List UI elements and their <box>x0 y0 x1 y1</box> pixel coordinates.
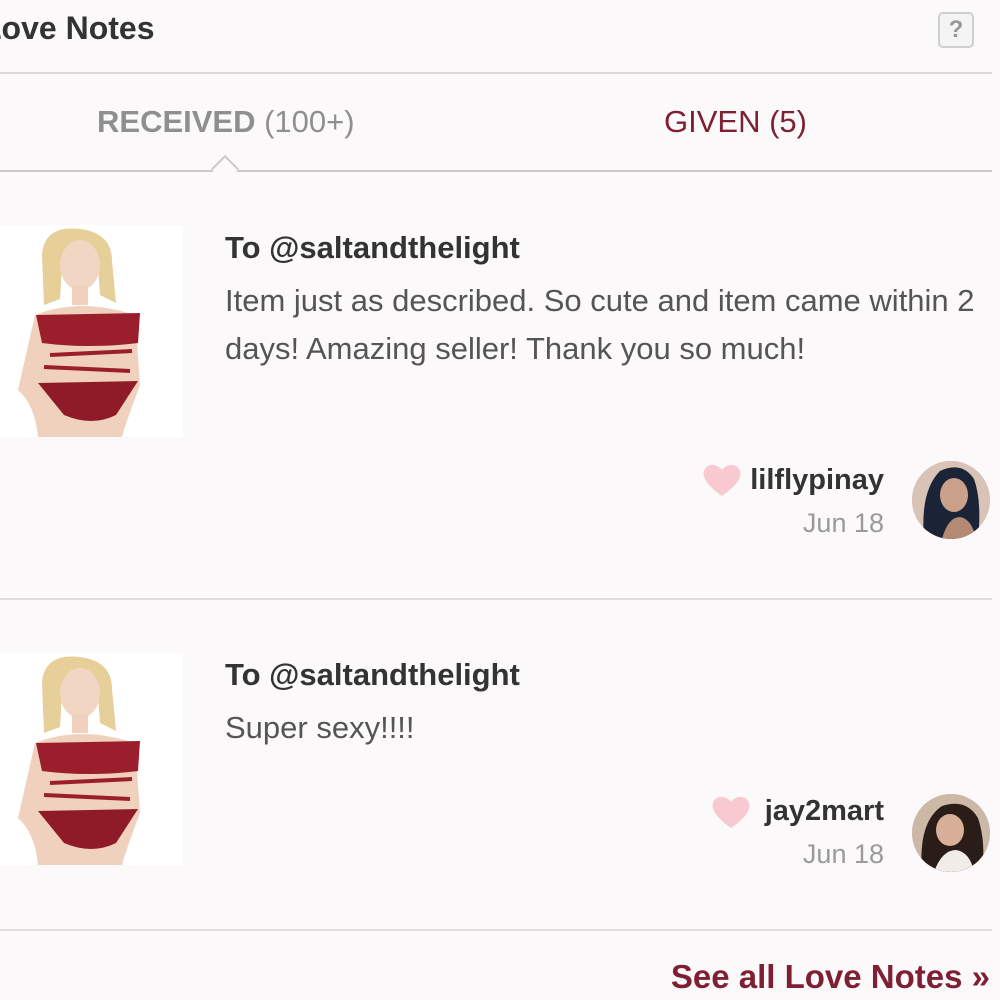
note-divider <box>0 929 992 931</box>
author-username[interactable]: jay2mart <box>765 795 884 828</box>
listing-thumbnail[interactable] <box>0 225 183 437</box>
user-avatar-icon <box>912 461 990 539</box>
avatar[interactable] <box>912 794 990 872</box>
love-note: To @saltandthelight Item just as describ… <box>0 172 1000 600</box>
note-recipient[interactable]: To @saltandthelight <box>225 230 520 266</box>
note-recipient[interactable]: To @saltandthelight <box>225 657 520 693</box>
author-username[interactable]: lilflypinay <box>750 464 884 497</box>
tab-received-count: (100+) <box>264 104 355 139</box>
see-all-love-notes-link[interactable]: See all Love Notes » <box>671 958 990 996</box>
help-button[interactable]: ? <box>938 12 974 48</box>
note-message: Item just as described. So cute and item… <box>225 283 975 366</box>
tab-received-label: RECEIVED <box>97 104 256 139</box>
heart-icon <box>703 464 741 496</box>
listing-thumbnail[interactable] <box>0 653 183 865</box>
love-note: To @saltandthelight Super sexy!!!! jay2m… <box>0 600 1000 931</box>
listing-photo-icon <box>0 225 183 437</box>
header: Love Notes ? <box>0 0 1000 72</box>
tab-given[interactable]: GIVEN (5) <box>664 104 807 140</box>
note-message: Super sexy!!!! <box>225 710 415 745</box>
user-avatar-icon <box>912 794 990 872</box>
note-date: Jun 18 <box>802 508 884 538</box>
page-title: Love Notes <box>0 10 155 46</box>
listing-photo-icon <box>0 653 183 865</box>
avatar[interactable] <box>912 461 990 539</box>
tab-received[interactable]: RECEIVED (100+) <box>97 104 355 140</box>
tabs: RECEIVED (100+) GIVEN (5) <box>0 74 992 172</box>
heart-icon <box>712 796 750 828</box>
note-date: Jun 18 <box>802 839 884 869</box>
